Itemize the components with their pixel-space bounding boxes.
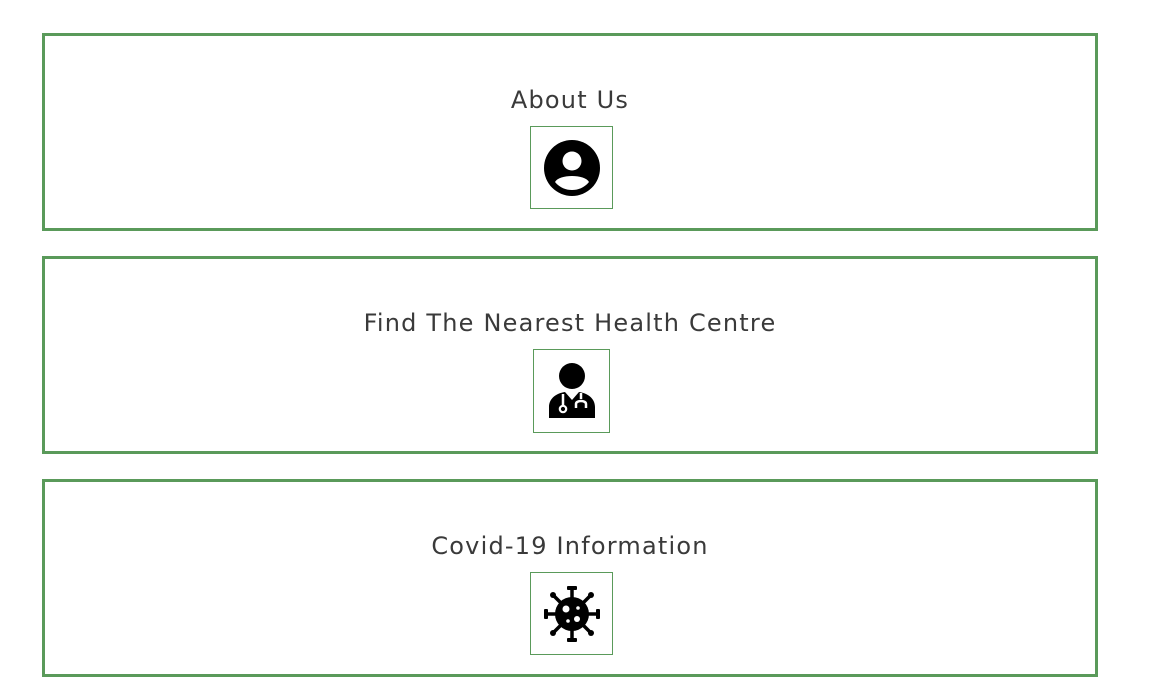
health-centre-icon-button[interactable] xyxy=(533,349,610,433)
health-centre-title: Find The Nearest Health Centre xyxy=(363,309,777,337)
covid-info-title: Covid-19 Information xyxy=(431,532,709,560)
about-us-card[interactable]: About Us xyxy=(42,33,1098,231)
covid-info-icon-button[interactable] xyxy=(530,572,613,655)
doctor-icon xyxy=(548,363,595,418)
about-us-title: About Us xyxy=(510,86,630,114)
covid-info-card[interactable]: Covid-19 Information xyxy=(42,479,1098,677)
user-circle-icon xyxy=(543,139,600,196)
about-us-icon-button[interactable] xyxy=(530,126,613,209)
health-centre-card[interactable]: Find The Nearest Health Centre xyxy=(42,256,1098,454)
virus-icon xyxy=(543,585,600,642)
